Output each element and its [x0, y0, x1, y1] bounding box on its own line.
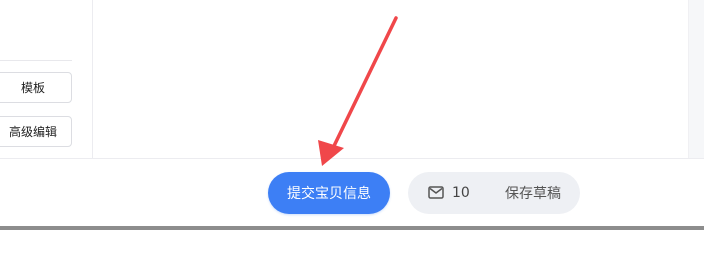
secondary-actions-group: 10 保存草稿: [408, 172, 580, 214]
save-draft-button[interactable]: 保存草稿: [505, 172, 561, 214]
submit-product-info-button[interactable]: 提交宝贝信息: [268, 172, 390, 214]
bottom-area: [0, 230, 704, 254]
message-count: 10: [452, 185, 470, 201]
messages-button[interactable]: 10: [428, 172, 470, 214]
right-scroll-strip: [688, 0, 704, 158]
template-button[interactable]: 模板: [0, 72, 72, 103]
main-content-panel: [93, 0, 688, 158]
mail-icon: [428, 184, 444, 203]
left-sidebar: 模板 高级编辑: [0, 0, 93, 158]
advanced-edit-button[interactable]: 高级编辑: [0, 116, 72, 147]
sidebar-divider: [0, 60, 72, 61]
